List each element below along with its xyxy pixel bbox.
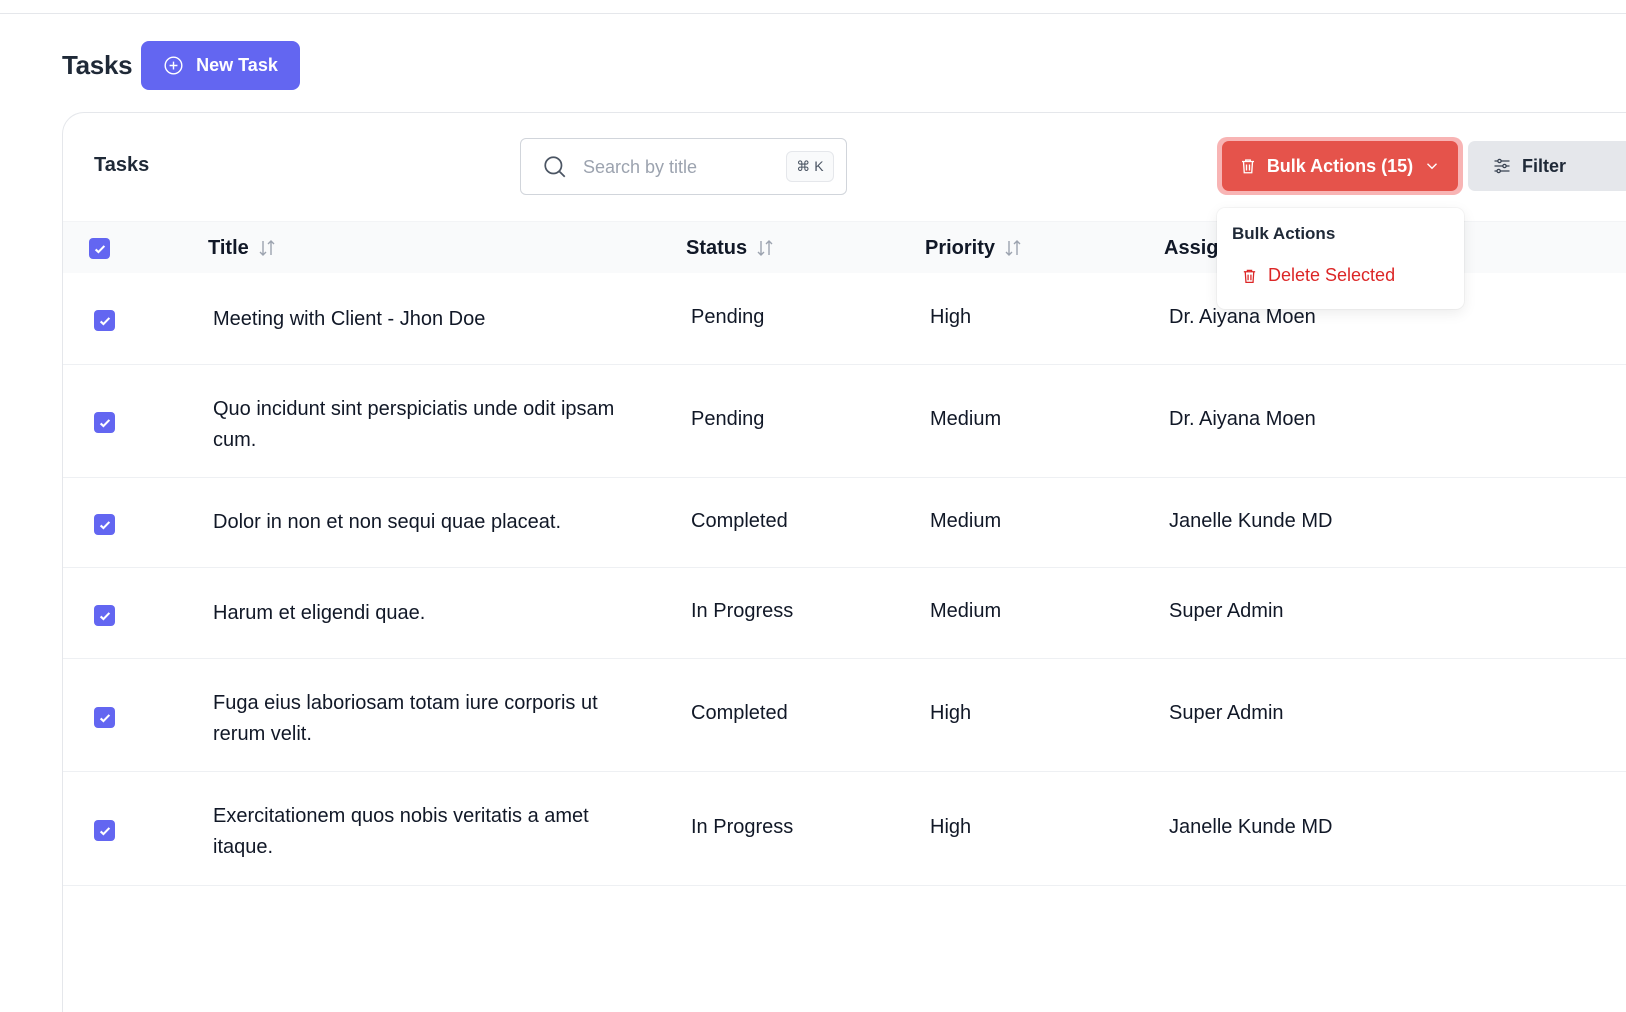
task-priority: Medium <box>930 408 1002 430</box>
check-icon <box>94 244 105 254</box>
task-status: In Progress <box>691 816 794 838</box>
task-title: Exercitationem quos nobis veritatis a am… <box>213 805 589 858</box>
task-priority: High <box>930 702 972 724</box>
column-title-label: Title <box>208 236 249 259</box>
trash-icon <box>1241 159 1254 174</box>
delete-selected-label: Delete Selected <box>1268 265 1396 285</box>
sort-icon <box>757 240 773 256</box>
page-title: Tasks <box>62 50 133 80</box>
sliders-icon <box>1494 158 1510 174</box>
plus-circle-icon <box>164 56 183 75</box>
search-input[interactable] <box>583 153 783 181</box>
task-status: In Progress <box>691 600 794 622</box>
shortcut-badge: ⌘ K <box>786 151 834 182</box>
table-row[interactable]: Harum et eligendi quae. In Progress Medi… <box>63 568 1626 659</box>
task-priority: High <box>930 306 972 328</box>
check-icon <box>99 418 110 428</box>
top-divider <box>0 13 1626 14</box>
task-assignee: Janelle Kunde MD <box>1169 510 1333 532</box>
table-row[interactable]: Exercitationem quos nobis veritatis a am… <box>63 772 1626 886</box>
sort-icon <box>1005 240 1021 256</box>
select-all-checkbox[interactable] <box>89 238 110 259</box>
row-checkbox[interactable] <box>94 310 115 331</box>
check-icon <box>99 826 110 836</box>
column-title[interactable]: Title <box>208 222 277 274</box>
task-title: Meeting with Client - Jhon Doe <box>213 308 486 330</box>
task-title: Harum et eligendi quae. <box>213 602 426 624</box>
check-icon <box>99 316 110 326</box>
task-priority: High <box>930 816 972 838</box>
search-icon <box>544 156 566 178</box>
task-title: Dolor in non et non sequi quae placeat. <box>213 511 562 533</box>
check-icon <box>99 611 110 621</box>
delete-selected-menu-item[interactable]: Delete Selected <box>1241 265 1395 286</box>
column-status-label: Status <box>686 236 748 259</box>
task-assignee: Super Admin <box>1169 600 1284 622</box>
check-icon <box>99 520 110 530</box>
sort-icon <box>259 240 275 256</box>
column-priority[interactable]: Priority <box>925 222 1023 274</box>
task-assignee: Dr. Aiyana Moen <box>1169 408 1316 430</box>
row-checkbox[interactable] <box>94 820 115 841</box>
row-checkbox[interactable] <box>94 514 115 535</box>
table-row[interactable]: Fuga eius laboriosam totam iure corporis… <box>63 659 1626 772</box>
column-priority-label: Priority <box>925 236 996 259</box>
task-status: Pending <box>691 408 765 430</box>
new-task-button[interactable]: New Task <box>141 41 300 90</box>
row-checkbox[interactable] <box>94 412 115 433</box>
bulk-actions-button[interactable]: Bulk Actions (15) <box>1222 141 1458 191</box>
table-row[interactable]: Dolor in non et non sequi quae placeat. … <box>63 478 1626 568</box>
page-header: Tasks <box>62 41 133 90</box>
task-title: Fuga eius laboriosam totam iure corporis… <box>213 692 598 745</box>
new-task-label: New Task <box>196 55 278 75</box>
trash-icon <box>1243 269 1256 283</box>
bulk-actions-dropdown: Bulk Actions Delete Selected <box>1217 208 1464 309</box>
row-checkbox[interactable] <box>94 707 115 728</box>
chevron-down-icon <box>1427 163 1438 170</box>
task-assignee: Super Admin <box>1169 702 1284 724</box>
filter-button[interactable]: Filter <box>1468 141 1626 191</box>
task-assignee: Janelle Kunde MD <box>1169 816 1333 838</box>
task-status: Completed <box>691 702 788 724</box>
filter-label: Filter <box>1522 155 1567 176</box>
task-status: Completed <box>691 510 788 532</box>
column-status[interactable]: Status <box>686 222 775 274</box>
task-priority: Medium <box>930 510 1002 532</box>
task-title: Quo incidunt sint perspiciatis unde odit… <box>213 398 615 451</box>
task-priority: Medium <box>930 600 1002 622</box>
row-checkbox[interactable] <box>94 605 115 626</box>
task-status: Pending <box>691 306 765 328</box>
check-icon <box>99 713 110 723</box>
card-title: Tasks <box>94 154 150 176</box>
table-row[interactable]: Quo incidunt sint perspiciatis unde odit… <box>63 365 1626 478</box>
dropdown-header: Bulk Actions <box>1232 224 1336 243</box>
bulk-actions-label: Bulk Actions (15) <box>1266 155 1414 176</box>
